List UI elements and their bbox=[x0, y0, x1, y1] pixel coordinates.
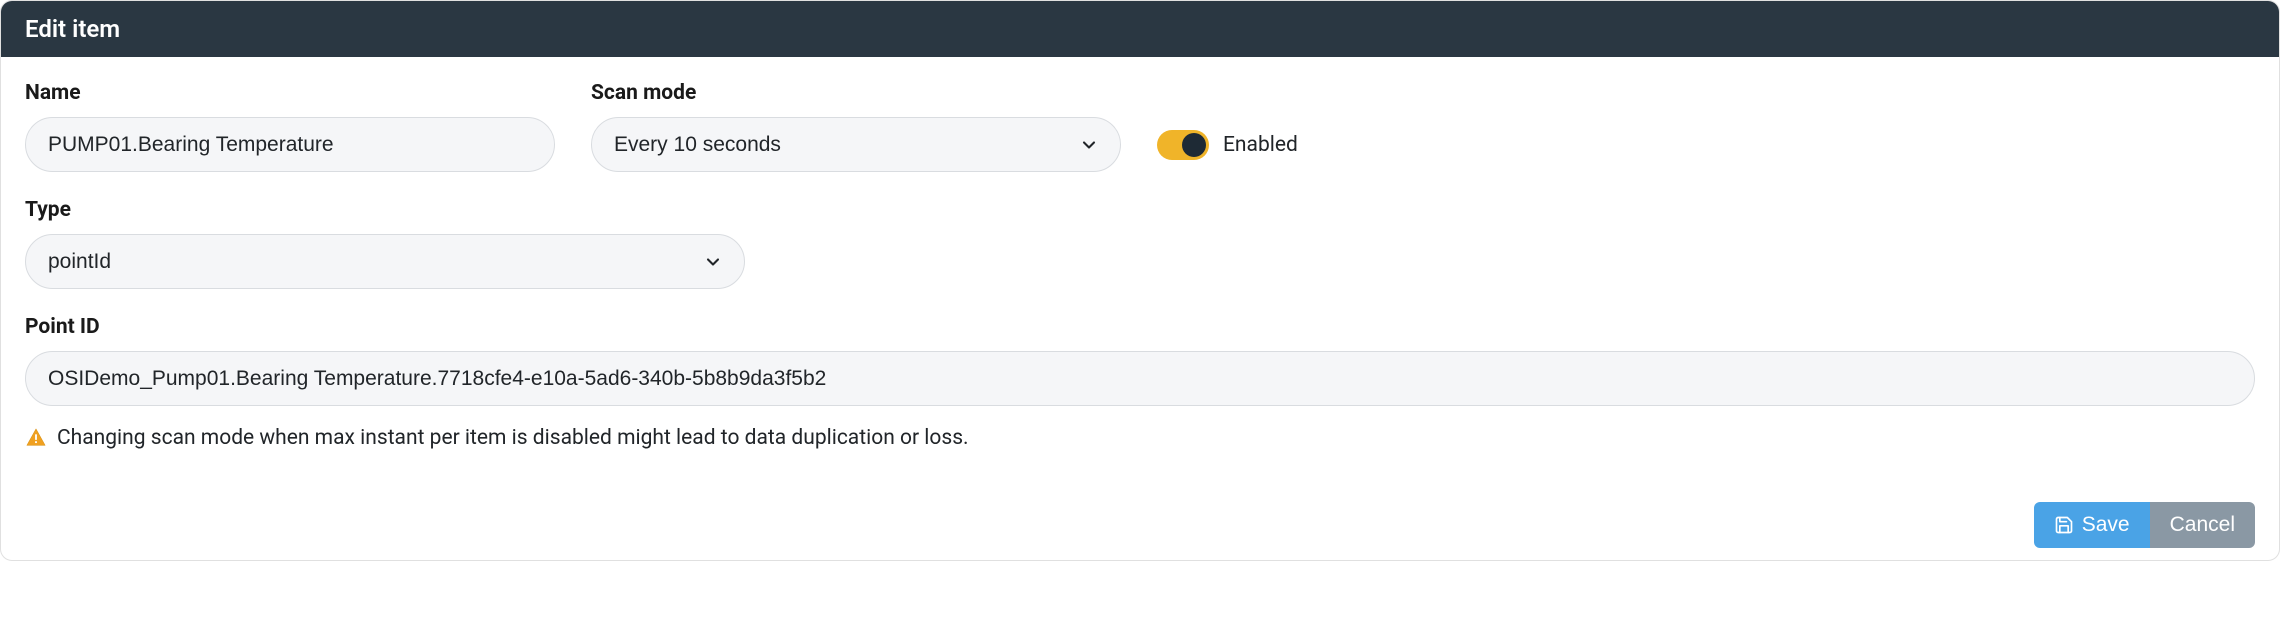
toggle-knob bbox=[1182, 133, 1206, 157]
type-select[interactable]: pointId bbox=[25, 234, 745, 289]
type-select-wrap: pointId bbox=[25, 234, 745, 289]
name-input[interactable] bbox=[25, 117, 555, 172]
scan-mode-select[interactable]: Every 10 seconds bbox=[591, 117, 1121, 172]
scan-mode-field-group: Scan mode Every 10 seconds bbox=[591, 81, 1121, 172]
row-type: Type pointId bbox=[25, 198, 2255, 289]
modal-header: Edit item bbox=[1, 1, 2279, 57]
pointid-label: Point ID bbox=[25, 315, 2255, 339]
cancel-button-label: Cancel bbox=[2170, 513, 2235, 537]
warning-icon bbox=[25, 427, 47, 449]
modal-footer: Save Cancel bbox=[1, 502, 2279, 560]
warning-text: Changing scan mode when max instant per … bbox=[57, 426, 969, 450]
enabled-toggle[interactable] bbox=[1157, 130, 1209, 160]
save-button[interactable]: Save bbox=[2034, 502, 2150, 548]
scan-mode-select-wrap: Every 10 seconds bbox=[591, 117, 1121, 172]
name-field-group: Name bbox=[25, 81, 555, 172]
save-icon bbox=[2054, 515, 2074, 535]
row-name-scan-enabled: Name Scan mode Every 10 seconds bbox=[25, 81, 2255, 172]
modal-body: Name Scan mode Every 10 seconds bbox=[1, 57, 2279, 502]
enabled-label: Enabled bbox=[1223, 133, 1298, 157]
enabled-toggle-group: Enabled bbox=[1157, 117, 1298, 172]
type-field-group: Type pointId bbox=[25, 198, 745, 289]
type-label: Type bbox=[25, 198, 745, 222]
scan-mode-label: Scan mode bbox=[591, 81, 1121, 105]
edit-item-modal: Edit item Name Scan mode Every 10 second… bbox=[0, 0, 2280, 561]
cancel-button[interactable]: Cancel bbox=[2150, 502, 2255, 548]
pointid-input[interactable] bbox=[25, 351, 2255, 406]
warning-message: Changing scan mode when max instant per … bbox=[25, 426, 2255, 450]
pointid-field-group: Point ID bbox=[25, 315, 2255, 406]
save-button-label: Save bbox=[2082, 513, 2130, 537]
name-label: Name bbox=[25, 81, 555, 105]
modal-title: Edit item bbox=[25, 15, 120, 43]
